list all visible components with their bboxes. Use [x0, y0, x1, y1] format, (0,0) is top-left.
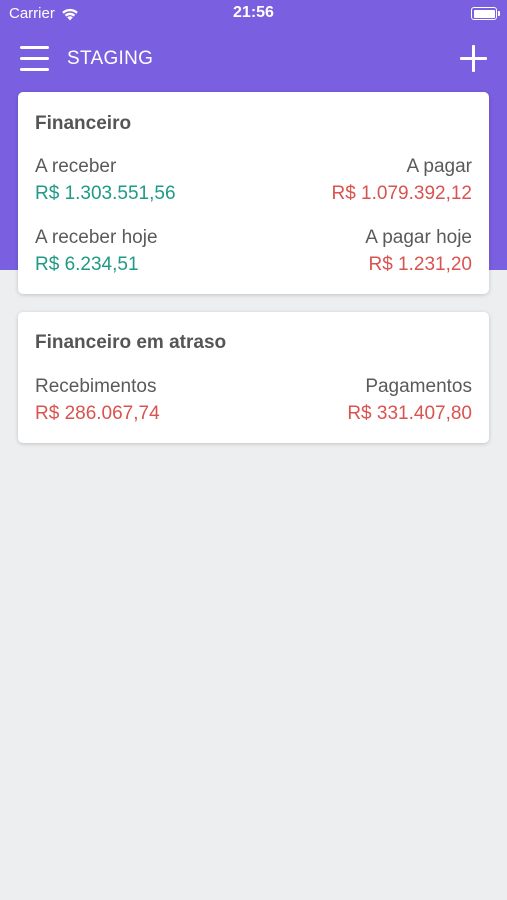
financeiro-card[interactable]: Financeiro A receber A pagar R$ 1.303.55… [18, 92, 489, 294]
payable-today-label: A pagar hoje [365, 227, 472, 248]
receivable-value: R$ 1.303.551,56 [35, 183, 176, 204]
plus-icon[interactable] [460, 45, 487, 72]
app-bar: STAGING [0, 28, 507, 90]
payable-label: A pagar [406, 156, 473, 177]
receivable-today-value: R$ 6.234,51 [35, 254, 139, 275]
payments-value: R$ 331.407,80 [347, 403, 472, 424]
receivable-today-label: A receber hoje [35, 227, 158, 248]
receivable-label: A receber [35, 156, 117, 177]
app-title: STAGING [67, 48, 154, 69]
receipts-label: Recebimentos [35, 376, 157, 397]
battery-icon [471, 7, 500, 20]
hamburger-menu-icon[interactable] [20, 46, 49, 71]
financeiro-atraso-card[interactable]: Financeiro em atraso Recebimentos Pagame… [18, 312, 489, 443]
card-title: Financeiro [35, 113, 132, 134]
card-title: Financeiro em atraso [35, 332, 227, 353]
receipts-value: R$ 286.067,74 [35, 403, 160, 424]
payable-today-value: R$ 1.231,20 [368, 254, 472, 275]
payable-value: R$ 1.079.392,12 [331, 183, 472, 204]
status-bar: Carrier 21:56 [0, 0, 507, 28]
payments-label: Pagamentos [365, 376, 472, 397]
status-time: 21:56 [233, 4, 274, 21]
